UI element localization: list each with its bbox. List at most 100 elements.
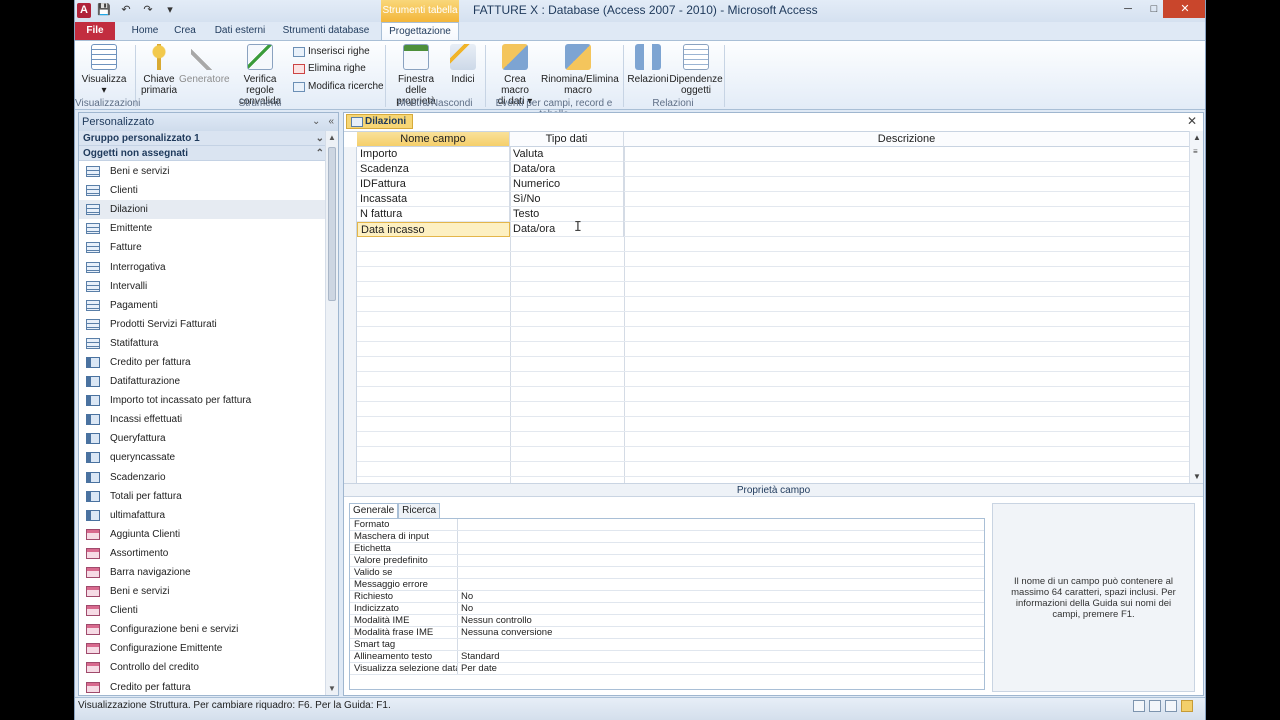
empty-field-row[interactable] xyxy=(357,372,1190,387)
nav-object-item[interactable]: Configurazione beni e servizi xyxy=(79,620,326,639)
nav-object-item[interactable]: Pagamenti xyxy=(79,296,326,315)
nav-object-item[interactable]: ultimafattura xyxy=(79,506,326,525)
empty-field-row[interactable] xyxy=(357,267,1190,282)
empty-field-row[interactable] xyxy=(357,447,1190,462)
field-row[interactable]: IDFattura Numerico xyxy=(357,177,1190,192)
property-value[interactable]: Standard xyxy=(458,651,500,662)
tab-home[interactable]: Home xyxy=(125,22,165,40)
data-type-cell[interactable]: Data/ora xyxy=(510,162,624,177)
tab-file[interactable]: File xyxy=(75,22,115,40)
empty-field-row[interactable] xyxy=(357,387,1190,402)
relazioni-button[interactable]: Relazioni xyxy=(627,44,669,85)
nav-object-item[interactable]: Scadenzario xyxy=(79,468,326,487)
nav-object-item[interactable]: Emittente xyxy=(79,219,326,238)
property-value[interactable] xyxy=(458,579,461,590)
datasheet-view-icon[interactable] xyxy=(1133,700,1145,712)
inserisci-righe-button[interactable]: Inserisci righe xyxy=(293,46,370,57)
property-row[interactable]: Richiesto No xyxy=(350,591,984,603)
customize-qat-icon[interactable]: ▾ xyxy=(161,3,179,16)
data-type-cell[interactable]: Sì/No xyxy=(510,192,624,207)
save-icon[interactable]: 💾 xyxy=(95,3,113,16)
document-tab-dilazioni[interactable]: Dilazioni xyxy=(346,114,414,129)
tab-dati-esterni[interactable]: Dati esterni xyxy=(211,22,269,40)
property-row[interactable]: Smart tag xyxy=(350,639,984,651)
empty-field-row[interactable] xyxy=(357,357,1190,372)
nav-object-item[interactable]: Clienti xyxy=(79,601,326,620)
property-row[interactable]: Formato xyxy=(350,519,984,531)
undo-icon[interactable]: ↶ xyxy=(117,3,135,16)
field-name-cell[interactable]: Data incasso xyxy=(357,222,510,237)
scroll-down-arrow-icon[interactable]: ▼ xyxy=(1193,472,1201,481)
nav-object-item[interactable]: Aggiunta Clienti xyxy=(79,525,326,544)
property-value[interactable]: No xyxy=(458,591,473,602)
pivot-table-view-icon[interactable] xyxy=(1149,700,1161,712)
pivot-chart-view-icon[interactable] xyxy=(1165,700,1177,712)
elimina-righe-button[interactable]: Elimina righe xyxy=(293,63,366,74)
scroll-thumb[interactable] xyxy=(328,147,336,301)
property-value[interactable] xyxy=(458,519,461,530)
visualizza-button[interactable]: Visualizza ▾ xyxy=(81,44,127,96)
property-row[interactable]: Etichetta xyxy=(350,543,984,555)
generatore-button[interactable]: Generatore xyxy=(179,44,230,85)
empty-field-row[interactable] xyxy=(357,342,1190,357)
property-row[interactable]: Indicizzato No xyxy=(350,603,984,615)
property-value[interactable] xyxy=(458,555,461,566)
property-value[interactable] xyxy=(458,543,461,554)
property-row[interactable]: Valore predefinito xyxy=(350,555,984,567)
field-row[interactable]: Incassata Sì/No xyxy=(357,192,1190,207)
property-value[interactable] xyxy=(458,639,461,650)
nav-object-item[interactable]: Beni e servizi xyxy=(79,582,326,601)
property-row[interactable]: Modalità frase IME Nessuna conversione xyxy=(350,627,984,639)
empty-field-row[interactable] xyxy=(357,297,1190,312)
nav-object-item[interactable]: queryncassate xyxy=(79,448,326,467)
nav-object-item[interactable]: Credito per fattura xyxy=(79,678,326,697)
field-row[interactable]: Data incasso Data/ora xyxy=(357,222,1190,237)
property-value[interactable]: Per date xyxy=(458,663,497,674)
field-row[interactable]: Importo Valuta xyxy=(357,147,1190,162)
field-name-cell[interactable]: Importo xyxy=(357,147,510,162)
field-name-cell[interactable]: N fattura xyxy=(357,207,510,222)
nav-object-item[interactable]: Barra navigazione xyxy=(79,563,326,582)
empty-field-row[interactable] xyxy=(357,252,1190,267)
nav-object-item[interactable]: Intervalli xyxy=(79,277,326,296)
field-name-cell[interactable]: Incassata xyxy=(357,192,510,207)
description-cell[interactable] xyxy=(624,162,1190,177)
property-value[interactable] xyxy=(458,567,461,578)
tab-strumenti-database[interactable]: Strumenti database xyxy=(281,22,371,40)
property-row[interactable]: Modalità IME Nessun controllo xyxy=(350,615,984,627)
indici-button[interactable]: Indici xyxy=(447,44,479,85)
scroll-thumb-icon[interactable]: ≡ xyxy=(1193,147,1198,156)
field-name-cell[interactable]: Scadenza xyxy=(357,162,510,177)
nav-group-header[interactable]: Gruppo personalizzato 1 ⌄ xyxy=(79,131,338,146)
description-cell[interactable] xyxy=(624,147,1190,162)
nav-object-item[interactable]: Credito per fattura xyxy=(79,353,326,372)
field-row[interactable]: N fattura Testo xyxy=(357,207,1190,222)
property-row[interactable]: Visualizza selezione data Per date xyxy=(350,663,984,675)
empty-field-row[interactable] xyxy=(357,432,1190,447)
access-app-icon[interactable]: A xyxy=(77,3,91,18)
nav-object-item[interactable]: Totali per fattura xyxy=(79,487,326,506)
empty-field-row[interactable] xyxy=(357,282,1190,297)
tab-crea[interactable]: Crea xyxy=(169,22,201,40)
nav-object-item[interactable]: Statifattura xyxy=(79,334,326,353)
chiave-primaria-button[interactable]: Chiave primaria xyxy=(139,44,179,96)
property-row[interactable]: Maschera di input xyxy=(350,531,984,543)
nav-object-item[interactable]: Controllo del credito xyxy=(79,658,326,677)
empty-field-row[interactable] xyxy=(357,462,1190,477)
nav-object-item[interactable]: Assortimento xyxy=(79,544,326,563)
tab-generale[interactable]: Generale xyxy=(349,503,399,518)
rinomina-elimina-macro-button[interactable]: Rinomina/Elimina macro xyxy=(541,44,619,96)
description-cell[interactable] xyxy=(624,177,1190,192)
nav-object-item[interactable]: Configurazione Emittente xyxy=(79,639,326,658)
nav-object-item[interactable]: Importo tot incassato per fattura xyxy=(79,391,326,410)
nav-object-item[interactable]: Queryfattura xyxy=(79,429,326,448)
property-value[interactable]: Nessuna conversione xyxy=(458,627,552,638)
dipendenze-oggetti-button[interactable]: Dipendenze oggetti xyxy=(669,44,723,96)
scroll-up-arrow-icon[interactable]: ▲ xyxy=(328,133,336,142)
close-document-icon[interactable]: ✕ xyxy=(1187,114,1197,128)
nav-group-header[interactable]: Oggetti non assegnati ⌃ xyxy=(79,146,338,161)
data-type-cell[interactable]: Numerico xyxy=(510,177,624,192)
nav-object-item[interactable]: Interrogativa xyxy=(79,257,326,276)
property-row[interactable]: Allineamento testo Standard xyxy=(350,651,984,663)
nav-object-item[interactable]: Clienti xyxy=(79,181,326,200)
